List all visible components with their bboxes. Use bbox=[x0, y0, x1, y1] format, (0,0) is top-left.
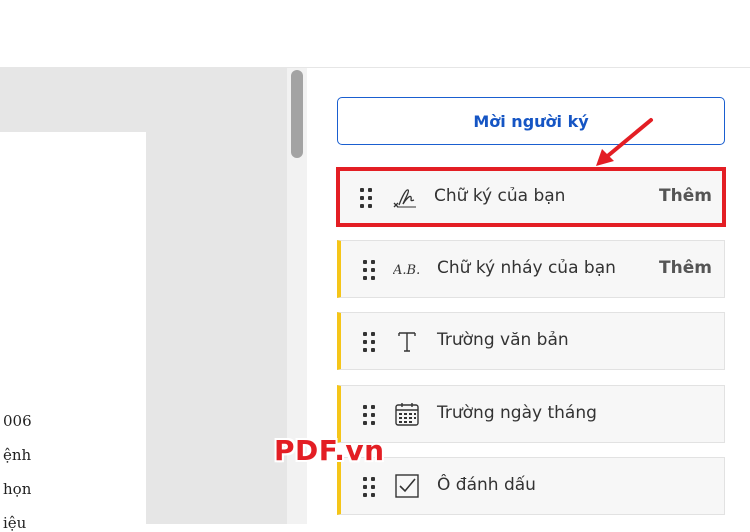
drag-handle-icon[interactable] bbox=[363, 332, 377, 352]
svg-text:A.B.: A.B. bbox=[393, 263, 420, 278]
annotation-arrow-icon bbox=[596, 118, 653, 166]
checkbox-icon bbox=[395, 474, 419, 498]
document-text-line: iệu bbox=[3, 514, 27, 532]
highlight-box bbox=[336, 167, 726, 227]
text-field-icon bbox=[398, 332, 416, 352]
drag-handle-icon[interactable] bbox=[363, 405, 377, 425]
drag-handle-icon[interactable] bbox=[363, 260, 377, 280]
add-initials-button[interactable]: Thêm bbox=[659, 258, 712, 278]
document-text-line: họn bbox=[3, 480, 32, 498]
calendar-icon bbox=[395, 403, 419, 426]
field-label: Trường văn bản bbox=[437, 330, 569, 350]
field-date[interactable]: Trường ngày tháng bbox=[337, 385, 725, 443]
field-label: Trường ngày tháng bbox=[437, 403, 597, 423]
field-text[interactable]: Trường văn bản bbox=[337, 312, 725, 370]
field-label: Chữ ký nháy của bạn bbox=[437, 258, 616, 278]
invite-signer-button[interactable]: Mời người ký bbox=[337, 97, 725, 145]
scrollbar-thumb[interactable] bbox=[291, 70, 303, 158]
field-checkbox[interactable]: Ô đánh dấu bbox=[337, 457, 725, 515]
drag-handle-icon[interactable] bbox=[363, 477, 377, 497]
top-bar bbox=[0, 0, 750, 68]
watermark-logo: PDF.vn bbox=[274, 434, 385, 467]
initials-icon: A.B. bbox=[393, 263, 420, 278]
field-label: Ô đánh dấu bbox=[437, 475, 536, 495]
document-text-line: ệnh bbox=[3, 446, 32, 464]
document-text-line: 006 bbox=[3, 412, 32, 430]
document-page: 006 ệnh họn iệu bbox=[0, 132, 146, 532]
field-your-initials[interactable]: A.B. Chữ ký nháy của bạn Thêm bbox=[337, 240, 725, 298]
